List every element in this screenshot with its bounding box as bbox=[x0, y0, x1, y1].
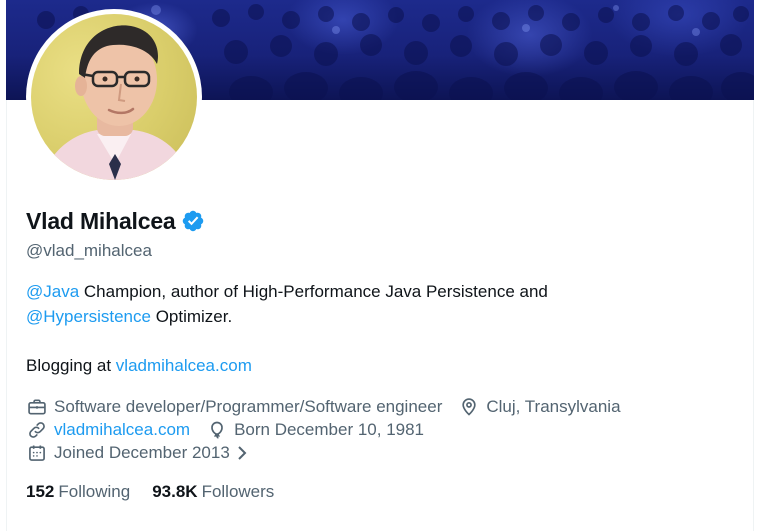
website-link[interactable]: vladmihalcea.com bbox=[54, 420, 190, 440]
meta-row-2: vladmihalcea.com Born December 10, 1981 bbox=[26, 418, 637, 441]
profile-handle: @vlad_mihalcea bbox=[26, 241, 152, 260]
bio-text-2: Optimizer. bbox=[150, 306, 233, 326]
profile-bio: @Java Champion, author of High-Performan… bbox=[26, 280, 726, 378]
java-mention-link[interactable]: @Java bbox=[26, 282, 79, 301]
meta-row-3: Joined December 2013 bbox=[26, 441, 637, 464]
chevron-right-icon[interactable] bbox=[236, 444, 248, 462]
following-label: Following bbox=[58, 482, 131, 501]
following-link[interactable]: 152 Following bbox=[26, 482, 130, 502]
bio-text-3: Blogging at bbox=[26, 355, 116, 375]
profile-stats: 152 Following 93.8K Followers bbox=[26, 482, 296, 502]
meta-website: vladmihalcea.com bbox=[26, 419, 190, 441]
followers-link[interactable]: 93.8K Followers bbox=[152, 482, 274, 502]
following-count: 152 bbox=[26, 482, 55, 501]
hypersistence-mention-link[interactable]: @Hypersistence bbox=[26, 307, 151, 326]
profile-name: Vlad Mihalcea bbox=[26, 207, 176, 234]
balloon-icon bbox=[206, 419, 228, 441]
verified-badge-icon[interactable] bbox=[181, 209, 205, 233]
meta-birthday: Born December 10, 1981 bbox=[206, 419, 424, 441]
followers-label: Followers bbox=[201, 482, 275, 501]
profile-meta: Software developer/Programmer/Software e… bbox=[26, 395, 637, 464]
link-icon bbox=[26, 419, 48, 441]
meta-location: Cluj, Transylvania bbox=[458, 396, 621, 418]
birthday-text: Born December 10, 1981 bbox=[234, 419, 425, 439]
avatar[interactable] bbox=[31, 14, 197, 180]
joined-text: Joined December 2013 bbox=[54, 442, 230, 462]
meta-row-1: Software developer/Programmer/Software e… bbox=[26, 395, 637, 418]
meta-profession: Software developer/Programmer/Software e… bbox=[26, 396, 442, 418]
profile-name-row: Vlad Mihalcea bbox=[26, 205, 205, 237]
profession-text: Software developer/Programmer/Software e… bbox=[54, 396, 443, 416]
briefcase-icon bbox=[26, 396, 48, 418]
followers-count: 93.8K bbox=[152, 482, 198, 501]
location-pin-icon bbox=[458, 396, 480, 418]
meta-joined[interactable]: Joined December 2013 bbox=[26, 442, 248, 464]
location-text: Cluj, Transylvania bbox=[486, 396, 621, 416]
bio-website-link[interactable]: vladmihalcea.com bbox=[116, 356, 252, 375]
bio-spacer bbox=[26, 329, 726, 354]
calendar-icon bbox=[26, 442, 48, 464]
bio-text-1: Champion, author of High-Performance Jav… bbox=[79, 282, 548, 301]
